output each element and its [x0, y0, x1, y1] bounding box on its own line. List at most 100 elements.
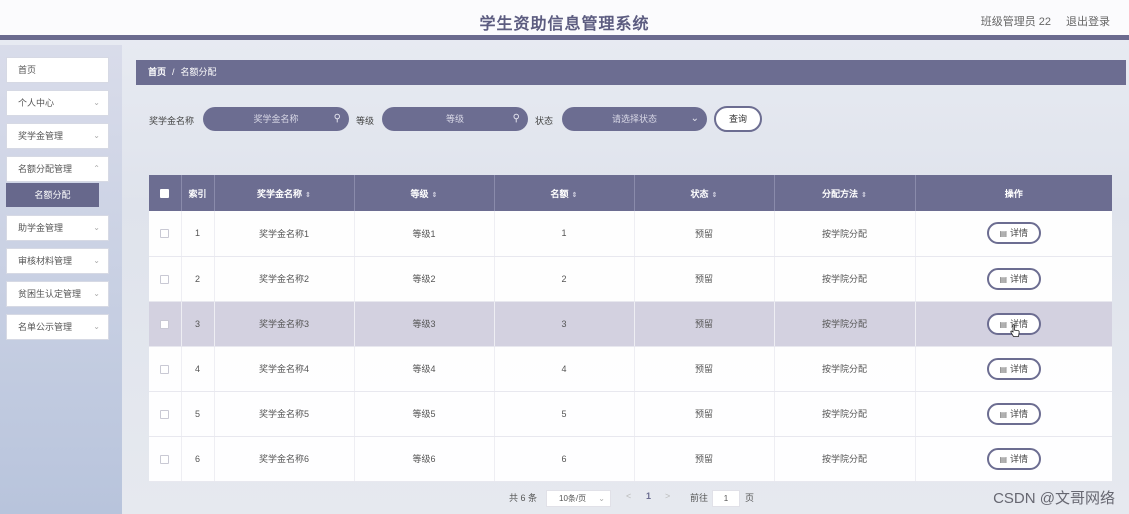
cell-method: 按学院分配 [774, 436, 916, 482]
cell-level: 等级2 [354, 256, 495, 302]
sidebar-item-personal-center[interactable]: 个人中心 ⌄ [6, 90, 109, 116]
column-header-status[interactable]: 状态 ⇕ [634, 175, 775, 211]
sort-icon: ⇕ [305, 191, 311, 199]
cell-level: 等级6 [354, 436, 495, 482]
cell-method: 按学院分配 [774, 391, 916, 437]
sidebar-item-public-list[interactable]: 名单公示管理 ⌄ [6, 314, 109, 340]
page-size-value: 10条/页 [559, 494, 587, 503]
chevron-down-icon: ⌄ [93, 256, 100, 265]
table-row[interactable]: 2 奖学金名称2 等级2 2 预留 按学院分配 ▤ 详情 [149, 256, 1112, 302]
checkbox-icon [160, 274, 170, 284]
sidebar-item-review-materials[interactable]: 审核材料管理 ⌄ [6, 248, 109, 274]
checkbox-icon [160, 229, 170, 239]
search-icon: ⚲ [512, 113, 520, 124]
row-checkbox[interactable] [149, 436, 182, 482]
sidebar-item-label: 首页 [18, 65, 37, 75]
table-row[interactable]: 6 奖学金名称6 等级6 6 预留 按学院分配 ▤ 详情 [149, 436, 1112, 482]
prev-page-button[interactable]: < [626, 491, 631, 501]
query-button[interactable]: 查询 [714, 106, 762, 132]
chevron-down-icon: ⌄ [93, 322, 100, 331]
column-header-scholarship-name[interactable]: 奖学金名称 ⇕ [214, 175, 355, 211]
document-icon: ▤ [999, 229, 1008, 239]
cell-scholarship-name: 奖学金名称6 [214, 436, 355, 482]
page-size-select[interactable]: 10条/页 ⌄ [546, 490, 611, 507]
detail-button[interactable]: ▤ 详情 [986, 222, 1041, 245]
detail-button[interactable]: ▤ 详情 [986, 402, 1041, 425]
level-input[interactable]: 等级 ⚲ [382, 107, 528, 131]
cell-actions: ▤ 详情 [915, 391, 1112, 437]
chevron-down-icon: ⌄ [598, 494, 605, 503]
table-row[interactable]: 4 奖学金名称4 等级4 4 预留 按学院分配 ▤ 详情 [149, 346, 1112, 392]
cell-status: 预留 [634, 436, 775, 482]
detail-button[interactable]: ▤ 详情 [986, 447, 1041, 470]
current-page-number[interactable]: 1 [646, 491, 651, 501]
quota-table: 索引 奖学金名称 ⇕ 等级 ⇕ 名额 ⇕ 状态 ⇕ 分配方法 ⇕ 操作 1 奖学金名称1 等级… [149, 175, 1112, 482]
status-label: 状态 [535, 116, 554, 126]
column-header-label: 索引 [188, 188, 207, 199]
cell-actions: ▤ 详情 [915, 256, 1112, 302]
detail-button[interactable]: ▤ 详情 [986, 267, 1041, 290]
scholarship-name-input[interactable]: 奖学金名称 ⚲ [203, 107, 349, 131]
cell-status: 预留 [634, 256, 775, 302]
cell-level: 等级4 [354, 346, 495, 392]
column-header-actions: 操作 [915, 175, 1112, 211]
sidebar-item-label: 个人中心 [18, 98, 55, 108]
cell-index: 6 [181, 436, 215, 482]
document-icon: ▤ [999, 274, 1008, 284]
column-header-label: 状态 [690, 188, 709, 199]
row-checkbox[interactable] [149, 391, 182, 437]
row-checkbox[interactable] [149, 346, 182, 392]
table-row[interactable]: 1 奖学金名称1 等级1 1 预留 按学院分配 ▤ 详情 [149, 211, 1112, 257]
sidebar-item-scholarship[interactable]: 奖学金管理 ⌄ [6, 123, 109, 149]
cell-level: 等级3 [354, 301, 495, 347]
scholarship-name-label: 奖学金名称 [149, 116, 195, 126]
sidebar-subitem-quota-allocation[interactable]: 名额分配 [6, 183, 99, 207]
checkbox-icon [160, 319, 170, 329]
detail-button-label: 详情 [1010, 363, 1029, 374]
detail-button-label: 详情 [1010, 273, 1029, 284]
sidebar-item-label: 名单公示管理 [18, 322, 73, 332]
logout-button[interactable]: 退出登录 [1066, 13, 1110, 29]
row-checkbox[interactable] [149, 301, 182, 347]
next-page-button[interactable]: > [665, 491, 670, 501]
row-checkbox[interactable] [149, 256, 182, 302]
breadcrumb-separator: / [172, 67, 175, 77]
sort-icon: ⇕ [711, 191, 718, 199]
page-unit-label: 页 [745, 493, 755, 503]
table-row[interactable]: 3 奖学金名称3 等级3 3 预留 按学院分配 ▤ 详情 [149, 301, 1112, 347]
goto-page-input[interactable]: 1 [712, 490, 740, 507]
sidebar-item-grant[interactable]: 助学金管理 ⌄ [6, 215, 109, 241]
sidebar-item-quota-management[interactable]: 名额分配管理 ⌃ [6, 156, 109, 182]
column-header-label: 等级 [410, 188, 429, 199]
detail-button[interactable]: ▤ 详情 [986, 357, 1041, 380]
select-all-checkbox[interactable] [149, 175, 182, 211]
breadcrumb-home[interactable]: 首页 [148, 67, 166, 77]
cell-method: 按学院分配 [774, 211, 916, 257]
document-icon: ▤ [999, 409, 1008, 419]
column-header-method[interactable]: 分配方法 ⇕ [774, 175, 916, 211]
sidebar-item-home[interactable]: 首页 [6, 57, 109, 83]
cell-status: 预留 [634, 346, 775, 392]
detail-button-label: 详情 [1010, 228, 1029, 239]
document-icon: ▤ [999, 319, 1008, 329]
document-icon: ▤ [999, 364, 1008, 374]
checkbox-icon [160, 409, 170, 419]
column-header-level[interactable]: 等级 ⇕ [354, 175, 495, 211]
cell-method: 按学院分配 [774, 301, 916, 347]
cell-quota: 4 [494, 346, 635, 392]
sidebar-item-label: 奖学金管理 [18, 131, 64, 141]
hand-cursor-icon [1010, 324, 1020, 337]
row-checkbox[interactable] [149, 211, 182, 257]
sidebar-item-poverty-identification[interactable]: 贫困生认定管理 ⌄ [6, 281, 109, 307]
breadcrumb-current: 名额分配 [180, 67, 217, 77]
scholarship-name-placeholder: 奖学金名称 [253, 114, 299, 124]
table-row[interactable]: 5 奖学金名称5 等级5 5 预留 按学院分配 ▤ 详情 [149, 391, 1112, 437]
column-header-quota[interactable]: 名额 ⇕ [494, 175, 635, 211]
cell-quota: 5 [494, 391, 635, 437]
sidebar: 首页 个人中心 ⌄ 奖学金管理 ⌄ 名额分配管理 ⌃ 名额分配 助学金管理 ⌄ … [0, 45, 122, 514]
sidebar-item-label: 审核材料管理 [18, 256, 73, 266]
status-select[interactable]: 请选择状态 ⌄ [562, 107, 707, 131]
column-header-label: 操作 [1004, 188, 1023, 199]
level-label: 等级 [356, 116, 375, 126]
document-icon: ▤ [999, 454, 1008, 464]
